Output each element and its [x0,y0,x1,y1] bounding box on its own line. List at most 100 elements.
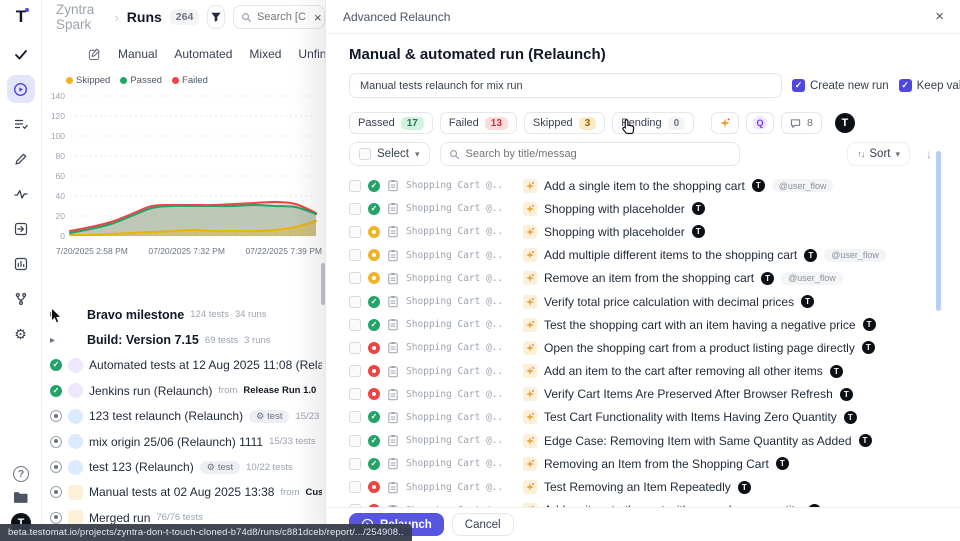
runs-tab[interactable]: Manual [118,47,157,61]
row-checkbox[interactable] [349,272,361,284]
chip-count-badge: 13 [485,117,508,130]
test-row[interactable]: Shopping Cart @.. Shopping with placehol… [349,220,940,243]
sidebar-item-tests[interactable] [7,40,35,68]
sort-dropdown[interactable]: ↑↓ Sort ▾ [847,142,910,166]
checkbox-checked-icon[interactable] [792,79,805,92]
help-icon[interactable]: ? [13,466,29,482]
projects-folder-icon[interactable] [13,491,29,504]
brand-logo[interactable]: T [0,0,42,34]
test-row[interactable]: Shopping Cart @.. Remove an item from th… [349,267,940,290]
test-tag[interactable]: @user_flow [772,179,834,192]
test-row[interactable]: Shopping Cart @.. Removing an Item from … [349,452,940,475]
test-row[interactable]: Shopping Cart @.. Test Cart Functionalit… [349,406,940,429]
chevron-right-icon[interactable]: ▸ [50,335,60,346]
test-title: Add an item to the cart after removing a… [544,364,823,378]
run-list-item[interactable]: ▸ Build: Version 7.15 69 tests 3 runs [50,327,322,352]
sort-arrows-icon: ↑↓ [857,149,864,159]
run-status-icon [50,486,62,498]
create-new-run-checkbox[interactable]: Create new run [792,79,889,92]
test-row[interactable]: Shopping Cart @.. Edge Case: Removing It… [349,429,940,452]
legend-label: Failed [182,75,208,86]
sidebar-item-test-plans[interactable] [7,110,35,138]
modal-scrollbar-thumb[interactable] [936,151,941,311]
test-row[interactable]: Shopping Cart @.. Add a single item to t… [349,174,940,197]
modal-title: Advanced Relaunch [343,10,450,24]
sidebar-item-reports[interactable] [7,250,35,278]
run-status-icon [50,512,62,524]
keep-values-checkbox[interactable]: Keep values ? [899,79,960,92]
run-list-item[interactable]: test 123 (Relaunch) ⚙test 10/22 tests [50,454,322,479]
page-header: Zyntra Spark › Runs 264 × [42,0,325,34]
manual-filter-chip[interactable] [711,112,739,134]
row-checkbox[interactable] [349,319,361,331]
row-checkbox[interactable] [349,481,361,493]
status-filter-chip[interactable]: Pending 0 [612,112,694,134]
row-checkbox[interactable] [349,342,361,354]
filter-button[interactable] [207,5,225,29]
test-row[interactable]: Shopping Cart @.. Test Removing an Item … [349,475,940,498]
clipboard-icon [387,272,399,285]
close-icon[interactable]: × [935,8,944,25]
tests-search-input[interactable] [466,148,731,160]
test-suite-label: Shopping Cart @.. [406,319,516,330]
test-row[interactable]: Shopping Cart @.. Open the shopping cart… [349,336,940,359]
chip-count-badge: 3 [579,117,597,130]
test-row[interactable]: Shopping Cart @.. Shopping with placehol… [349,197,940,220]
row-checkbox[interactable] [349,296,361,308]
select-dropdown[interactable]: Select ▾ [349,142,430,166]
run-list-item[interactable]: Jenkins run (Relaunch) from Release Run … [50,378,322,403]
runs-tab[interactable]: Automated [174,47,232,61]
chevron-right-icon[interactable]: ▸ [50,309,60,320]
runs-tab[interactable]: Mixed [249,47,281,61]
legend-dot [66,77,73,84]
run-name-input[interactable] [349,73,782,98]
row-checkbox[interactable] [349,180,361,192]
row-checkbox[interactable] [349,203,361,215]
test-row[interactable]: Shopping Cart @.. Test the shopping cart… [349,313,940,336]
status-filter-chip[interactable]: Failed 13 [440,112,517,134]
sidebar-item-settings[interactable]: ⚙ [7,320,35,348]
clipboard-icon [387,249,399,262]
automated-filter-chip[interactable]: Q [746,112,774,134]
cancel-button[interactable]: Cancel [452,513,514,536]
run-list-item[interactable]: Automated tests at 12 Aug 2025 11:08 (Re… [50,353,322,378]
status-filter-chip[interactable]: Skipped 3 [524,112,605,134]
sidebar-item-import[interactable] [7,215,35,243]
test-status-icon [368,319,380,331]
assignee-avatar[interactable]: T [835,113,855,133]
row-checkbox[interactable] [349,365,361,377]
run-list-item[interactable]: Manual tests at 02 Aug 2025 13:38 from C… [50,480,322,505]
runs-search[interactable]: × [233,5,325,29]
sparkle-icon [523,318,537,332]
test-row[interactable]: Shopping Cart @.. Add an item to the car… [349,360,940,383]
edit-note-icon[interactable] [88,48,101,61]
test-row[interactable]: Shopping Cart @.. Verify total price cal… [349,290,940,313]
import-box-icon [14,222,28,236]
row-checkbox[interactable] [349,435,361,447]
breadcrumb-project[interactable]: Zyntra Spark [56,2,106,32]
test-tag[interactable]: @user_flow [781,272,843,285]
checkbox-checked-icon[interactable] [899,79,912,92]
test-row[interactable]: Shopping Cart @.. Verify Cart Items Are … [349,383,940,406]
tests-search[interactable] [440,142,740,166]
select-all-checkbox[interactable] [359,148,371,160]
sidebar-item-analytics[interactable] [7,180,35,208]
sidebar-item-branches[interactable] [7,285,35,313]
row-checkbox[interactable] [349,226,361,238]
run-list-item[interactable]: 123 test relaunch (Relaunch) ⚙test 15/23… [50,404,322,429]
test-row[interactable]: Shopping Cart @.. Add multiple different… [349,244,940,267]
row-checkbox[interactable] [349,388,361,400]
run-list-item[interactable]: mix origin 25/06 (Relaunch) 1111 15/33 t… [50,429,322,454]
row-checkbox[interactable] [349,458,361,470]
run-list-item[interactable]: ▸ Bravo milestone 124 tests 34 runs [50,302,322,327]
sidebar-item-runs[interactable] [7,75,35,103]
clear-search-icon[interactable]: × [314,11,322,24]
test-tag[interactable]: @user_flow [824,249,886,262]
status-filter-chip[interactable]: Passed 17 [349,112,433,134]
row-checkbox[interactable] [349,249,361,261]
sidebar-item-compose[interactable] [7,145,35,173]
row-checkbox[interactable] [349,411,361,423]
runs-search-input[interactable] [257,11,309,23]
comments-filter-chip[interactable]: 8 [781,112,822,134]
test-suite-label: Shopping Cart @.. [406,482,516,493]
